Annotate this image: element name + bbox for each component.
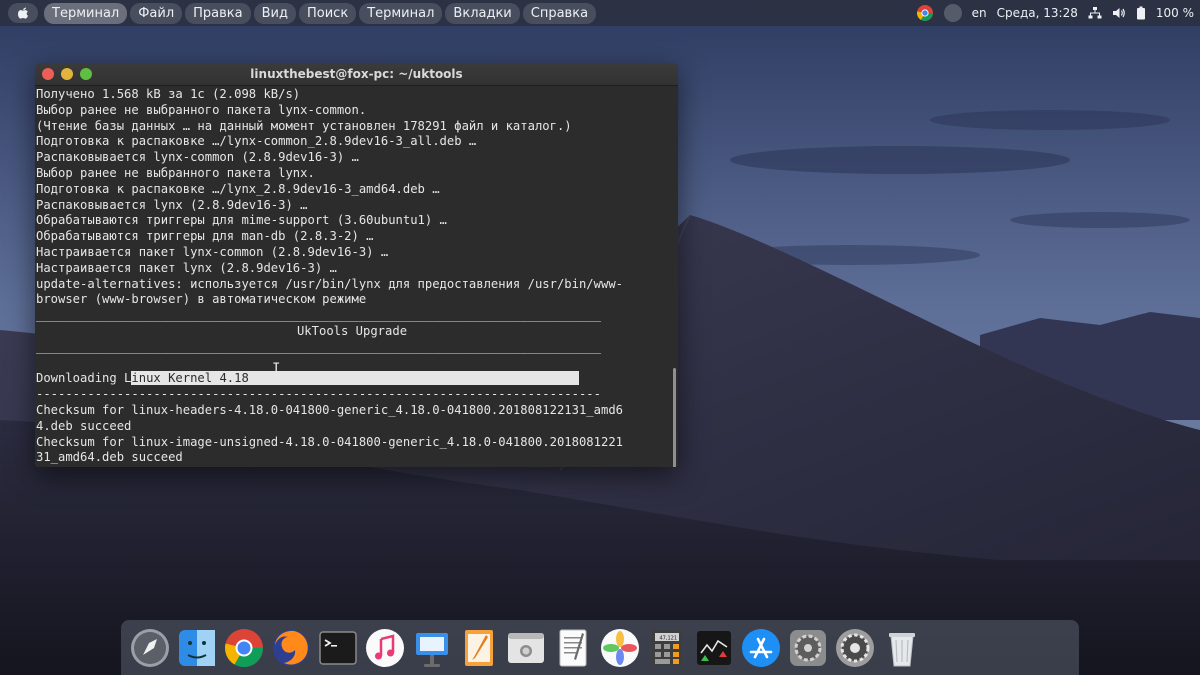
uktools-heading: UkTools Upgrade	[296, 323, 408, 338]
system-tray: en Среда, 13:28 100 %	[916, 0, 1194, 26]
window-title: linuxthebest@fox-pc: ~/uktools	[250, 67, 463, 81]
terminal-line: Обрабатываются триггеры для man-db (2.8.…	[36, 229, 374, 244]
textedit-icon	[559, 629, 587, 666]
dock: 47,121	[121, 620, 1079, 675]
dock-item-launchpad[interactable]	[129, 627, 171, 669]
terminal-divider: ________________________________________…	[36, 339, 601, 354]
download-status-line: Downloading Linux Kernel 4.18	[36, 371, 678, 387]
menu-item-help[interactable]: Справка	[522, 2, 597, 24]
terminal-line: (Чтение базы данных … на данный момент у…	[36, 118, 572, 133]
terminal-line: Получено 1.568 kB за 1с (2.098 kB/s)	[36, 87, 301, 101]
firefox-icon	[273, 629, 309, 666]
terminal-line: Checksum for linux-image-unsigned-4.18.0…	[36, 434, 623, 449]
trash-icon	[889, 632, 915, 666]
system-preferences-icon	[790, 629, 826, 666]
terminal-line: Подготовка к распаковке …/lynx-common_2.…	[36, 134, 477, 149]
chrome-icon[interactable]	[916, 4, 934, 22]
top-menu-bar: Терминал Файл Правка Вид Поиск Терминал …	[0, 0, 1200, 26]
dock-item-chrome[interactable]	[223, 627, 265, 669]
terminal-line: browser (www-browser) в автоматическом р…	[36, 292, 367, 307]
minimize-window-button[interactable]	[61, 68, 73, 80]
menu-item-search[interactable]: Поиск	[299, 2, 357, 24]
launchpad-icon	[131, 628, 169, 667]
selected-text-trailing	[256, 371, 579, 386]
terminal-line: Подготовка к распаковке …/lynx_2.8.9dev1…	[36, 181, 440, 196]
terminal-line: 31_amd64.deb succeed	[36, 450, 183, 465]
apple-icon	[18, 7, 28, 19]
dock-item-keynote[interactable]	[411, 627, 453, 669]
maximize-window-button[interactable]	[80, 68, 92, 80]
download-prefix: Downloading L	[36, 371, 132, 386]
terminal-line: Checksum for linux-headers-4.18.0-041800…	[36, 402, 623, 417]
dock-item-finder[interactable]	[176, 627, 218, 669]
finder-icon	[179, 629, 215, 666]
terminal-line: Настраивается пакет lynx-common (2.8.9de…	[36, 244, 389, 259]
terminal-line: 4.deb succeed	[36, 418, 132, 433]
stocks-icon	[697, 630, 731, 665]
dock-item-settings[interactable]	[834, 627, 876, 669]
close-window-button[interactable]	[42, 68, 54, 80]
text-cursor-icon: I	[272, 361, 281, 377]
terminal-line: Выбор ранее не выбранного пакета lynx-co…	[36, 102, 367, 117]
screenshot-icon	[508, 632, 544, 663]
dock-item-app-store[interactable]	[740, 627, 782, 669]
terminal-line: Настраивается пакет lynx (2.8.9dev16-3) …	[36, 260, 337, 275]
dock-item-textedit[interactable]	[552, 627, 594, 669]
terminal-divider: ________________________________________…	[36, 308, 601, 323]
dock-item-pages[interactable]	[458, 627, 500, 669]
dock-item-stocks[interactable]	[693, 627, 735, 669]
terminal-icon	[319, 630, 357, 665]
dock-item-trash[interactable]	[881, 627, 923, 669]
menu-item-terminal[interactable]: Терминал	[359, 2, 443, 24]
terminal-line: Обрабатываются триггеры для mime-support…	[36, 213, 447, 228]
dock-item-system-preferences[interactable]	[787, 627, 829, 669]
menu-item-file[interactable]: Файл	[130, 2, 183, 24]
calculator-icon: 47,121	[652, 629, 682, 666]
network-icon[interactable]	[1088, 6, 1102, 20]
keynote-icon	[416, 632, 448, 667]
dock-item-firefox[interactable]	[270, 627, 312, 669]
battery-icon[interactable]	[1136, 6, 1146, 20]
pages-icon	[465, 629, 493, 666]
menu-item-edit[interactable]: Правка	[185, 2, 251, 24]
menu-item-tabs[interactable]: Вкладки	[445, 2, 520, 24]
music-icon	[366, 628, 404, 667]
dock-item-photos[interactable]	[599, 627, 641, 669]
menu-item-view[interactable]: Вид	[253, 2, 296, 24]
dock-item-calculator[interactable]: 47,121	[646, 627, 688, 669]
dock-item-music[interactable]	[364, 627, 406, 669]
calculator-display: 47,121	[660, 635, 678, 641]
dock-item-screenshot[interactable]	[505, 627, 547, 669]
apple-menu-button[interactable]	[8, 3, 38, 23]
app-store-icon	[742, 628, 780, 667]
battery-percentage: 100 %	[1155, 6, 1194, 20]
status-indicator[interactable]	[943, 4, 962, 22]
photos-icon	[601, 628, 639, 667]
terminal-scrollbar[interactable]	[673, 368, 676, 467]
terminal-divider: ----------------------------------------…	[36, 387, 601, 402]
terminal-line: Распаковывается lynx (2.8.9dev16-3) …	[36, 197, 308, 212]
terminal-output[interactable]: Получено 1.568 kB за 1с (2.098 kB/s) Выб…	[35, 86, 678, 467]
terminal-window[interactable]: linuxthebest@fox-pc: ~/uktools Получено …	[35, 63, 678, 467]
volume-icon[interactable]	[1112, 6, 1126, 20]
keyboard-language[interactable]: en	[972, 6, 987, 20]
window-titlebar[interactable]: linuxthebest@fox-pc: ~/uktools	[35, 63, 678, 86]
selected-text: inux Kernel 4.18	[131, 371, 257, 386]
terminal-line: Выбор ранее не выбранного пакета lynx.	[36, 165, 315, 180]
menu-item-terminal-app[interactable]: Терминал	[44, 2, 128, 24]
settings-icon	[836, 628, 874, 667]
terminal-line: Распаковывается lynx-common (2.8.9dev16-…	[36, 150, 359, 165]
clock[interactable]: Среда, 13:28	[997, 6, 1078, 20]
terminal-line: update-alternatives: используется /usr/b…	[36, 276, 623, 291]
chrome-icon	[225, 628, 264, 667]
dock-item-terminal[interactable]	[317, 627, 359, 669]
